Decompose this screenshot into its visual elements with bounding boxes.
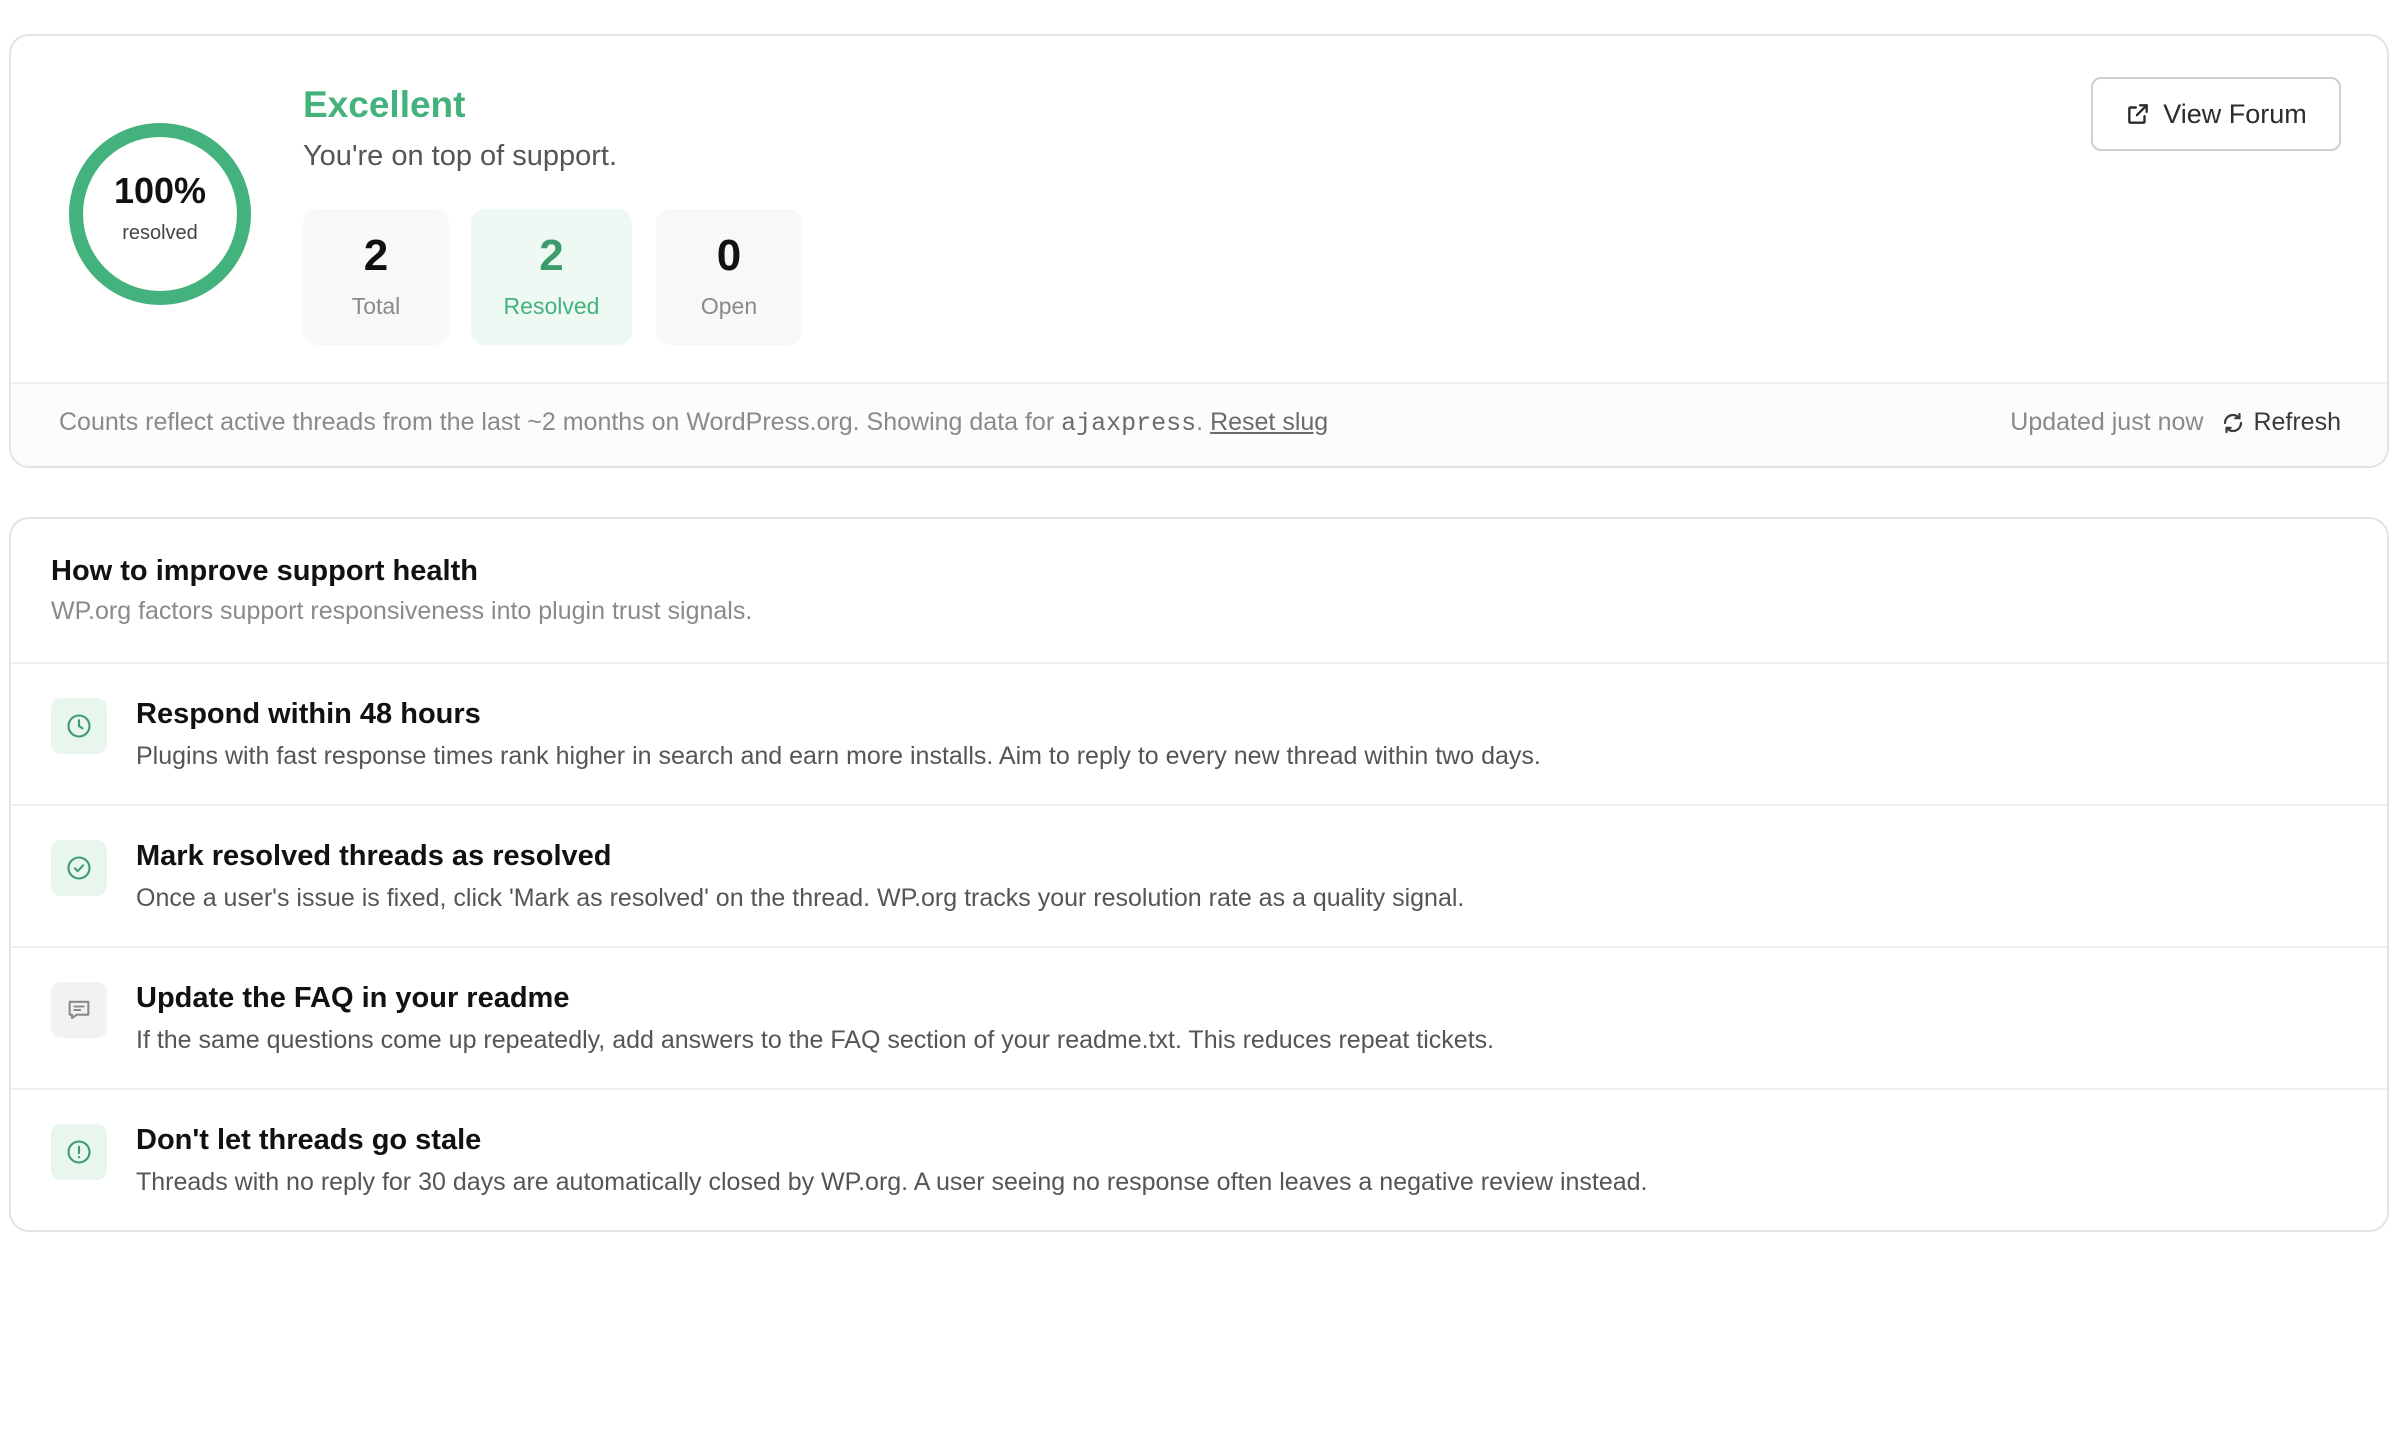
clock-icon: [67, 714, 91, 738]
footer-actions: Updated just now Refresh: [2010, 408, 2341, 437]
resolved-percent: 100%: [113, 170, 207, 211]
stat-total: 2 Total: [303, 209, 449, 345]
tip-title: Respond within 48 hours: [136, 698, 481, 730]
stat-open-label: Open: [700, 293, 758, 319]
view-forum-label: View Forum: [2163, 98, 2307, 129]
tips-title: How to improve support health: [51, 555, 478, 587]
tip-description: Plugins with fast response times rank hi…: [136, 742, 1541, 770]
stat-resolved-label: Resolved: [503, 293, 600, 319]
data-note-suffix: .: [1196, 408, 1211, 436]
improvement-tips-card: How to improve support health WP.org fac…: [9, 517, 2389, 1232]
tip-title: Don't let threads go stale: [136, 1124, 482, 1156]
tip-description: Once a user's issue is fixed, click 'Mar…: [136, 884, 1465, 912]
data-note: Counts reflect active threads from the l…: [59, 408, 1328, 438]
external-link-icon: [2128, 104, 2149, 124]
reset-slug-link[interactable]: Reset slug: [1210, 408, 1328, 436]
support-summary-card: 100% resolved Excellent You're on top of…: [9, 34, 2389, 468]
stat-total-value: 2: [363, 231, 389, 280]
resolved-ring: 100% resolved: [68, 122, 252, 306]
refresh-label: Refresh: [2253, 408, 2341, 436]
tip-icon-box: [51, 1124, 107, 1180]
tip-description: If the same questions come up repeatedly…: [136, 1026, 1495, 1054]
resolved-ring-arc: [69, 123, 251, 305]
stat-open: 0 Open: [656, 209, 802, 345]
stat-resolved-value: 2: [539, 231, 564, 280]
status-subtitle: You're on top of support.: [303, 140, 618, 172]
tip-title: Mark resolved threads as resolved: [136, 840, 612, 872]
updated-status: Updated just now: [2010, 408, 2204, 436]
summary-footer: Counts reflect active threads from the l…: [11, 382, 2387, 466]
tips-subtitle: WP.org factors support responsiveness in…: [51, 597, 753, 625]
view-forum-button[interactable]: View Forum: [2091, 77, 2341, 151]
data-note-text: Counts reflect active threads from the l…: [59, 408, 1062, 436]
resolved-ring-graphic: [69, 123, 251, 305]
tip-icon-box: [51, 982, 107, 1038]
status-title: Excellent: [303, 84, 466, 125]
tips-header: How to improve support health WP.org fac…: [11, 519, 2387, 664]
tip-icon-box: [51, 698, 107, 754]
tip-item: Don't let threads go stale Threads with …: [11, 1090, 2387, 1230]
tip-icon-box: [51, 840, 107, 896]
tip-description: Threads with no reply for 30 days are au…: [136, 1168, 1648, 1196]
stat-open-value: 0: [716, 231, 742, 280]
summary-main: 100% resolved Excellent You're on top of…: [11, 36, 2387, 384]
stat-total-label: Total: [351, 293, 401, 319]
alert-circle-icon: [67, 1140, 91, 1164]
resolved-percent-label: resolved: [122, 222, 198, 244]
chat-bubble-icon: [68, 1000, 90, 1020]
tip-item: Mark resolved threads as resolved Once a…: [11, 806, 2387, 948]
tip-title: Update the FAQ in your readme: [136, 982, 570, 1014]
tip-item: Respond within 48 hours Plugins with fas…: [11, 664, 2387, 806]
support-health-page: 100% resolved Excellent You're on top of…: [0, 0, 2396, 1454]
tip-item: Update the FAQ in your readme If the sam…: [11, 948, 2387, 1090]
check-circle-icon: [67, 856, 91, 880]
refresh-button[interactable]: Refresh: [2221, 408, 2341, 437]
plugin-slug: ajaxpress: [1061, 409, 1197, 438]
stat-resolved: 2 Resolved: [471, 209, 632, 345]
refresh-icon: [2224, 412, 2243, 433]
